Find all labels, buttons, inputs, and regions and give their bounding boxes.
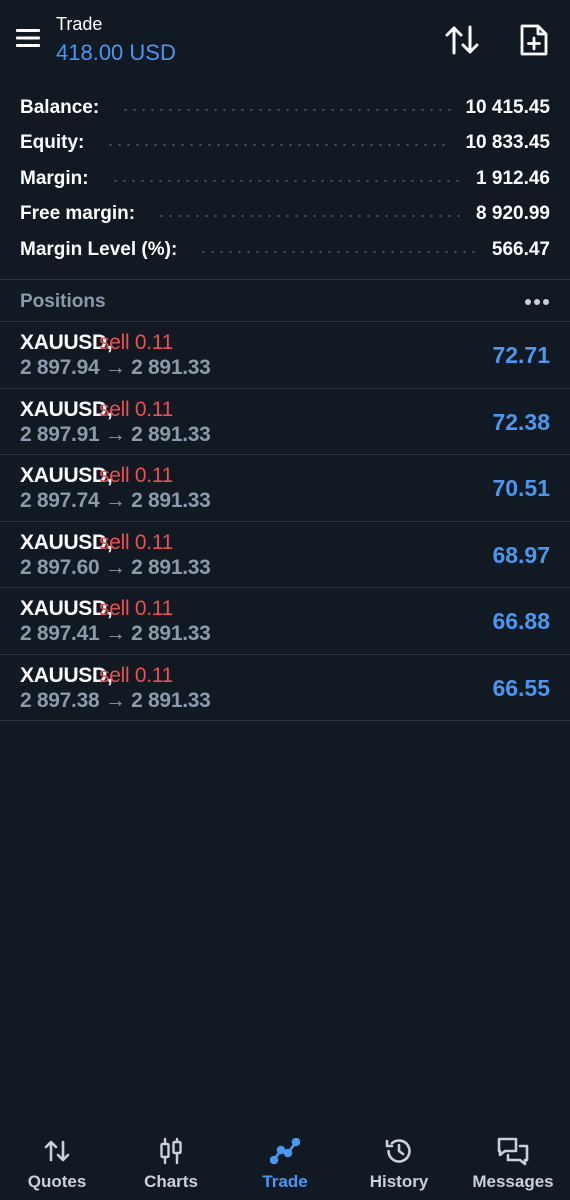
- position-row[interactable]: XAUUSD, sell 0.11 2 897.38 → 2 891.33 66…: [0, 655, 570, 721]
- nav-label: Trade: [262, 1172, 308, 1191]
- summary-label: Equity:: [20, 132, 85, 154]
- position-profit: 66.88: [492, 608, 550, 634]
- position-side: sell 0.11: [99, 663, 173, 687]
- position-profit: 66.55: [492, 674, 550, 701]
- position-prices: 2 897.74 → 2 891.33: [20, 489, 211, 512]
- position-prices: 2 897.41 → 2 891.33: [20, 622, 211, 645]
- summary-row-equity: Equity: 10 833.45: [0, 126, 570, 162]
- nav-item-charts[interactable]: Charts: [114, 1124, 228, 1200]
- position-prices: 2 897.38 → 2 891.33: [20, 688, 211, 712]
- nav-item-messages[interactable]: Messages: [456, 1124, 570, 1200]
- summary-label: Balance:: [20, 96, 100, 118]
- summary-value: 8 920.99: [476, 203, 550, 225]
- summary-row-balance: Balance: 10 415.45: [0, 90, 570, 126]
- position-profit: 72.38: [492, 408, 550, 435]
- dotted-leader: [199, 250, 478, 253]
- position-prices: 2 897.94 → 2 891.33: [20, 356, 211, 379]
- position-profit: 68.97: [492, 541, 550, 568]
- trade-line-icon: [268, 1134, 302, 1168]
- nav-label: Quotes: [27, 1172, 87, 1191]
- nav-label: Charts: [144, 1172, 198, 1191]
- account-summary: Balance: 10 415.45 Equity: 10 833.45 Mar…: [0, 90, 570, 268]
- nav-item-trade[interactable]: Trade: [228, 1124, 342, 1200]
- page-title: Trade: [56, 14, 103, 34]
- summary-value: 10 415.45: [465, 96, 550, 118]
- dotted-leader: [157, 215, 463, 218]
- dotted-leader: [121, 108, 452, 111]
- summary-row-margin-level: Margin Level (%): 566.47: [0, 232, 570, 268]
- positions-title: Positions: [20, 291, 106, 312]
- summary-row-free-margin: Free margin: 8 920.99: [0, 197, 570, 233]
- nav-item-history[interactable]: History: [342, 1124, 456, 1200]
- bottom-nav: Quotes Charts Trade History Messages: [0, 1124, 570, 1200]
- history-clock-icon: [382, 1134, 416, 1168]
- dotted-leader: [110, 179, 463, 182]
- position-side: sell 0.11: [99, 397, 173, 421]
- position-prices: 2 897.91 → 2 891.33: [20, 422, 211, 446]
- nav-label: Messages: [472, 1172, 554, 1191]
- summary-value: 566.47: [491, 238, 550, 260]
- sort-arrows-icon[interactable]: [440, 22, 484, 58]
- candlestick-chart-icon: [154, 1134, 188, 1168]
- position-side: sell 0.11: [99, 464, 173, 487]
- divider: [0, 279, 570, 280]
- positions-list: XAUUSD, sell 0.11 2 897.94 → 2 891.33 72…: [0, 322, 570, 721]
- messages-chat-icon: [496, 1134, 530, 1168]
- hamburger-menu-icon[interactable]: [12, 22, 44, 54]
- more-dots-icon[interactable]: [518, 290, 556, 314]
- trade-screen: Trade 418.00 USD Balance: 10 415.45 Equi…: [0, 0, 570, 1200]
- position-profit: 70.51: [492, 475, 550, 501]
- new-document-plus-icon[interactable]: [512, 20, 556, 60]
- position-row[interactable]: XAUUSD, sell 0.11 2 897.74 → 2 891.33 70…: [0, 455, 570, 522]
- position-row[interactable]: XAUUSD, sell 0.11 2 897.94 → 2 891.33 72…: [0, 322, 570, 389]
- summary-label: Margin:: [20, 167, 89, 189]
- nav-label: History: [369, 1172, 429, 1191]
- profit-total: 418.00 USD: [56, 40, 176, 65]
- position-side: sell 0.11: [99, 597, 173, 620]
- position-profit: 72.71: [492, 342, 550, 368]
- positions-header: Positions: [0, 282, 570, 322]
- position-row[interactable]: XAUUSD, sell 0.11 2 897.41 → 2 891.33 66…: [0, 588, 570, 655]
- summary-value: 1 912.46: [476, 167, 550, 189]
- quotes-arrows-icon: [40, 1134, 74, 1168]
- summary-label: Free margin:: [20, 203, 136, 225]
- position-prices: 2 897.60 → 2 891.33: [20, 555, 211, 579]
- dotted-leader: [106, 144, 452, 147]
- position-row[interactable]: XAUUSD, sell 0.11 2 897.60 → 2 891.33 68…: [0, 522, 570, 588]
- nav-item-quotes[interactable]: Quotes: [0, 1124, 114, 1200]
- summary-label: Margin Level (%):: [20, 238, 178, 260]
- top-bar: Trade 418.00 USD: [0, 0, 570, 80]
- position-side: sell 0.11: [99, 331, 173, 354]
- position-row[interactable]: XAUUSD, sell 0.11 2 897.91 → 2 891.33 72…: [0, 389, 570, 455]
- summary-row-margin: Margin: 1 912.46: [0, 161, 570, 197]
- position-side: sell 0.11: [99, 530, 173, 554]
- summary-value: 10 833.45: [465, 132, 550, 154]
